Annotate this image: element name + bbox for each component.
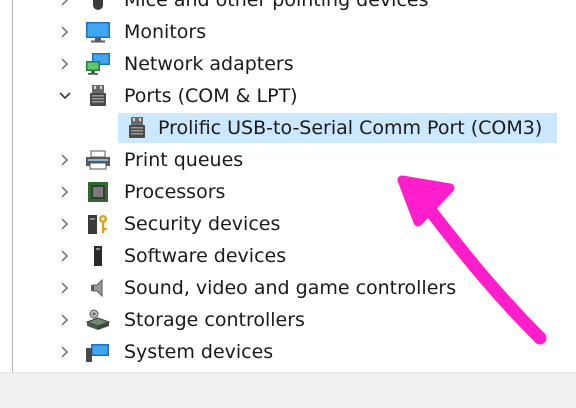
tree-item-label: Mice and other pointing devices: [124, 0, 429, 11]
tree-item-label: Software devices: [124, 245, 287, 267]
chevron-right-icon[interactable]: [57, 312, 73, 328]
tree-item-monitors[interactable]: Monitors: [0, 16, 576, 48]
tree-item-label: System devices: [124, 341, 274, 363]
tree-item-label: Sound, video and game controllers: [124, 277, 457, 299]
security-device-icon: [88, 215, 107, 234]
chevron-right-icon[interactable]: [57, 24, 73, 40]
tree-item-label: Prolific USB-to-Serial Comm Port (COM3): [158, 117, 543, 139]
tree-item-mice[interactable]: Mice and other pointing devices: [0, 0, 576, 16]
printer-icon: [86, 150, 110, 170]
software-device-icon: [94, 246, 102, 266]
chevron-right-icon[interactable]: [57, 344, 73, 360]
tree-item-ports[interactable]: Ports (COM & LPT): [0, 80, 576, 112]
port-icon: [129, 117, 145, 138]
tree-item-print-queues[interactable]: Print queues: [0, 144, 576, 176]
tree-item-system-devices[interactable]: System devices: [0, 336, 576, 368]
speaker-icon: [91, 278, 103, 298]
monitor-icon: [86, 22, 110, 43]
tree-item-label: Storage controllers: [124, 309, 305, 331]
tree-item-network-adapters[interactable]: Network adapters: [0, 48, 576, 80]
chevron-down-icon[interactable]: [57, 88, 73, 104]
network-adapter-icon: [86, 53, 110, 75]
tree-item-label: Processors: [124, 181, 226, 203]
chevron-right-icon[interactable]: [57, 216, 73, 232]
storage-controller-icon: [85, 309, 111, 330]
tree-item-processors[interactable]: Processors: [0, 176, 576, 208]
chevron-right-icon[interactable]: [57, 184, 73, 200]
tree-item-software-devices[interactable]: Software devices: [0, 240, 576, 272]
system-devices-icon: [86, 344, 109, 362]
tree-item-security-devices[interactable]: Security devices: [0, 208, 576, 240]
device-manager-window: Mice and other pointing devices Monitors: [0, 0, 576, 408]
tree-item-label: Network adapters: [124, 53, 294, 75]
tree-item-label: Ports (COM & LPT): [124, 85, 298, 107]
chevron-right-icon[interactable]: [57, 152, 73, 168]
tree-item-prolific-usb-serial-port[interactable]: Prolific USB-to-Serial Comm Port (COM3): [0, 112, 576, 144]
tree-item-label: Print queues: [124, 149, 244, 171]
tree-item-sound-video-game[interactable]: Sound, video and game controllers: [0, 272, 576, 304]
status-bar: [0, 372, 576, 408]
chevron-right-icon[interactable]: [57, 56, 73, 72]
tree-item-label: Security devices: [124, 213, 281, 235]
chevron-right-icon[interactable]: [57, 248, 73, 264]
tree-item-label: Monitors: [124, 21, 207, 43]
chevron-right-icon[interactable]: [57, 0, 73, 8]
mouse-icon: [93, 0, 103, 10]
processor-icon: [88, 182, 108, 202]
chevron-right-icon[interactable]: [57, 280, 73, 296]
tree-item-storage-controllers[interactable]: Storage controllers: [0, 304, 576, 336]
port-icon: [90, 85, 106, 106]
